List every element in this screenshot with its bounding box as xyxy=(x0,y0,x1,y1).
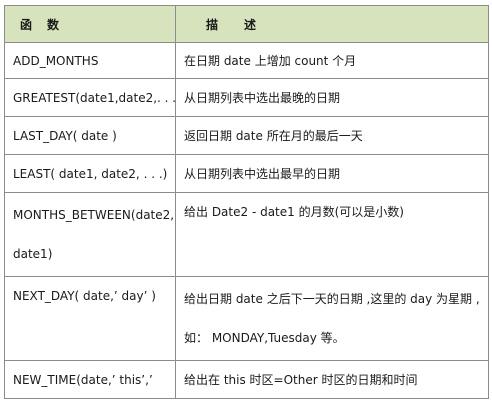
description-text: 给出 Date2 - date1 的月数(可以是小数) xyxy=(184,205,404,219)
description-cell: 给出 Date2 - date1 的月数(可以是小数) xyxy=(175,192,489,277)
table-row: LEAST( date1, date2, . . .) 从日期列表中选出最早的日… xyxy=(4,154,489,193)
function-cell: GREATEST(date1,date2,. . .) xyxy=(4,78,176,117)
function-line-2: date1) xyxy=(13,247,53,261)
function-text: NEXT_DAY( date,’ day’ ) xyxy=(13,289,156,303)
description-line-2: 如： MONDAY,Tuesday 等。 xyxy=(184,331,345,345)
table-row: LAST_DAY( date ) 返回日期 date 所在月的最后一天 xyxy=(4,116,489,155)
description-cell: 在日期 date 上增加 count 个月 xyxy=(175,42,489,79)
table-row: GREATEST(date1,date2,. . .) 从日期列表中选出最晚的日… xyxy=(4,78,489,117)
function-cell: NEXT_DAY( date,’ day’ ) xyxy=(4,276,176,361)
header-description-char2: 述 xyxy=(244,17,257,32)
function-cell: LAST_DAY( date ) xyxy=(4,116,176,155)
description-cell: 从日期列表中选出最晚的日期 xyxy=(175,78,489,117)
table-header-row: 函数 描述 xyxy=(4,5,489,43)
function-cell: LEAST( date1, date2, . . .) xyxy=(4,154,176,193)
description-cell: 给出日期 date 之后下一天的日期 ,这里的 day 为星期 , 如： MON… xyxy=(175,276,489,361)
description-cell: 返回日期 date 所在月的最后一天 xyxy=(175,116,489,155)
header-description-char1: 描 xyxy=(206,17,219,32)
description-line-1: 给出日期 date 之后下一天的日期 ,这里的 day 为星期 , xyxy=(184,292,480,306)
header-description: 描述 xyxy=(175,5,489,43)
function-line-1: MONTHS_BETWEEN(date2, xyxy=(13,208,175,222)
header-function: 函数 xyxy=(4,5,176,43)
header-function-char1: 函 xyxy=(20,17,33,32)
table-row: NEXT_DAY( date,’ day’ ) 给出日期 date 之后下一天的… xyxy=(4,276,489,361)
table-row: MONTHS_BETWEEN(date2, date1) 给出 Date2 - … xyxy=(4,192,489,277)
header-function-char2: 数 xyxy=(47,17,60,32)
function-cell: NEW_TIME(date,’ this’,’ xyxy=(4,360,176,399)
function-cell: MONTHS_BETWEEN(date2, date1) xyxy=(4,192,176,277)
description-cell: 从日期列表中选出最早的日期 xyxy=(175,154,489,193)
table-row: ADD_MONTHS 在日期 date 上增加 count 个月 xyxy=(4,42,489,79)
function-cell: ADD_MONTHS xyxy=(4,42,176,79)
table-row: NEW_TIME(date,’ this’,’ 给出在 this 时区=Othe… xyxy=(4,360,489,399)
description-cell: 给出在 this 时区=Other 时区的日期和时间 xyxy=(175,360,489,399)
date-functions-table: 函数 描述 ADD_MONTHS 在日期 date 上增加 count 个月 G… xyxy=(4,5,489,399)
